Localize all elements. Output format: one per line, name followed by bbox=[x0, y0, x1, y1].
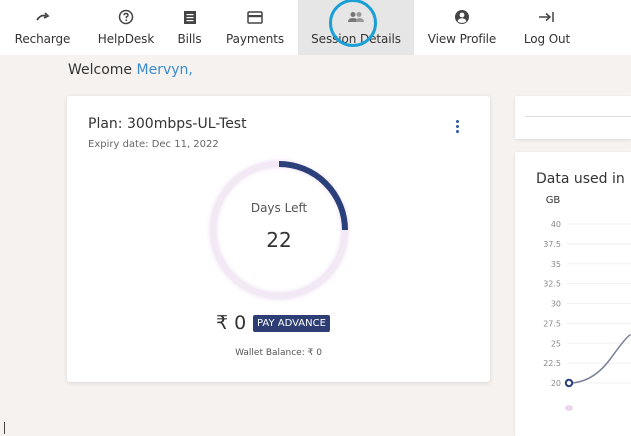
expiry-value: Dec 11, 2022 bbox=[151, 139, 219, 150]
point-shadow bbox=[565, 405, 573, 411]
summary-card bbox=[515, 96, 631, 139]
y-tick-label: 20 bbox=[551, 379, 561, 388]
nav-helpdesk[interactable]: HelpDesk bbox=[85, 0, 167, 55]
pay-advance-button[interactable]: PAY ADVANCE bbox=[253, 315, 330, 332]
recharge-icon bbox=[34, 9, 52, 25]
welcome-username: Mervyn, bbox=[136, 62, 193, 78]
days-left-label: Days Left bbox=[250, 201, 308, 215]
y-axis-label: GB bbox=[546, 195, 561, 206]
logout-icon bbox=[538, 9, 556, 25]
y-tick-label: 32.5 bbox=[543, 280, 561, 289]
more-options-icon[interactable] bbox=[453, 120, 461, 136]
data-point[interactable] bbox=[564, 378, 574, 388]
gauge-progress-arc bbox=[278, 161, 348, 231]
nav-label: Payments bbox=[226, 32, 284, 46]
y-tick-label: 30 bbox=[551, 300, 561, 309]
welcome-prefix: Welcome bbox=[68, 62, 133, 78]
days-left-value: 22 bbox=[266, 228, 292, 252]
welcome-message: Welcome Mervyn, bbox=[68, 62, 193, 78]
expiry-label: Expiry date: bbox=[88, 139, 149, 150]
nav-view-profile[interactable]: View Profile bbox=[414, 0, 510, 55]
data-usage-chart: GB 40 37.5 35 32.5 30 27.5 25 22.5 20 bbox=[543, 195, 631, 411]
nav-label: Recharge bbox=[14, 32, 71, 46]
nav-label: HelpDesk bbox=[97, 32, 155, 46]
y-tick-label: 40 bbox=[551, 220, 561, 229]
bills-icon bbox=[181, 9, 199, 25]
nav-recharge[interactable]: Recharge bbox=[0, 0, 85, 55]
nav-bills[interactable]: Bills bbox=[167, 0, 212, 55]
y-tick-label: 25 bbox=[551, 339, 561, 348]
expiry-date: Expiry date: Dec 11, 2022 bbox=[88, 139, 219, 150]
y-tick-label: 22.5 bbox=[543, 359, 561, 368]
help-icon bbox=[117, 9, 135, 25]
plan-title: Plan: 300mbps-UL-Test bbox=[88, 116, 247, 132]
nav-label: Log Out bbox=[523, 32, 571, 46]
text-cursor bbox=[4, 422, 5, 434]
plan-name: 300mbps-UL-Test bbox=[126, 116, 247, 132]
nav-label: View Profile bbox=[427, 32, 497, 46]
plan-card: Plan: 300mbps-UL-Test Expiry date: Dec 1… bbox=[67, 96, 490, 382]
click-highlight-ring bbox=[329, 0, 377, 47]
series-line bbox=[568, 334, 631, 384]
payments-icon bbox=[246, 9, 264, 25]
plan-label: Plan: bbox=[88, 116, 123, 132]
due-amount: ₹ 0 bbox=[216, 312, 247, 334]
divider bbox=[525, 116, 631, 117]
y-tick-label: 35 bbox=[551, 260, 561, 269]
y-tick-label: 37.5 bbox=[543, 240, 561, 249]
data-usage-card: Data used in GB 40 37.5 35 32.5 30 27.5 25 22.5 2… bbox=[515, 152, 631, 436]
nav-label: Bills bbox=[177, 32, 202, 46]
nav-payments[interactable]: Payments bbox=[212, 0, 298, 55]
wallet-balance: Wallet Balance: ₹ 0 bbox=[235, 348, 322, 358]
profile-icon bbox=[453, 9, 471, 25]
y-tick-label: 27.5 bbox=[543, 319, 561, 328]
nav-log-out[interactable]: Log Out bbox=[510, 0, 584, 55]
top-nav: Recharge HelpDesk Bills Payments Session… bbox=[0, 0, 631, 55]
